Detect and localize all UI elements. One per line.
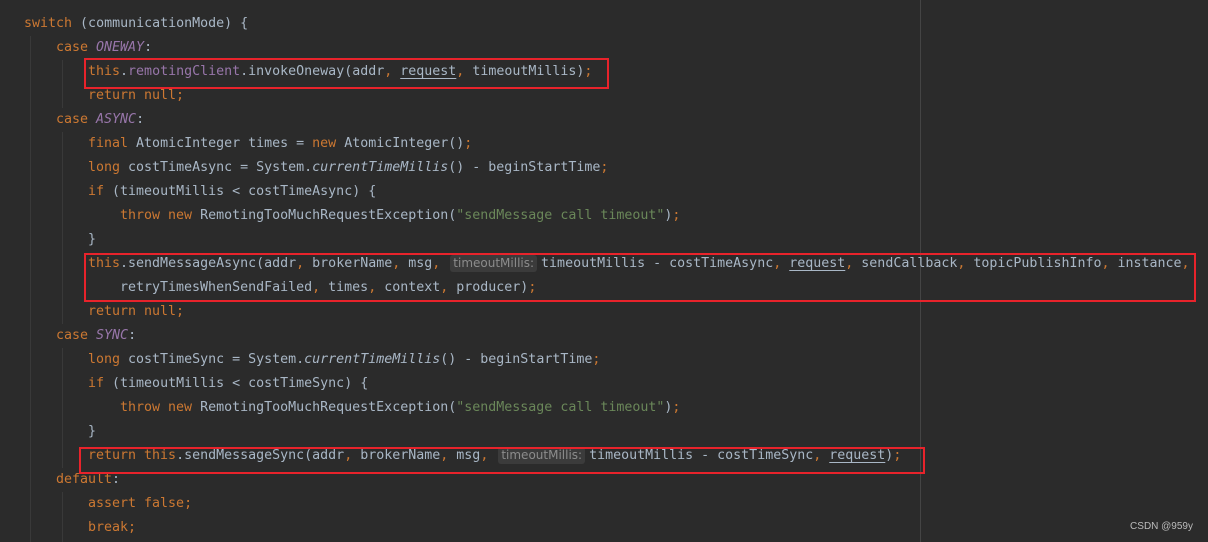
code-token: ;: [464, 136, 473, 151]
indent-guide: [30, 36, 31, 542]
code-token: AtomicInteger(): [344, 136, 465, 151]
code-token: RemotingTooMuchRequestException(: [200, 400, 457, 415]
code-token: final: [88, 136, 137, 151]
code-line[interactable]: final AtomicInteger times = new AtomicIn…: [88, 132, 472, 156]
code-token: case: [56, 112, 97, 127]
code-token: long: [88, 352, 129, 367]
code-token: ;: [592, 352, 601, 367]
code-token: (communicationMode) {: [72, 16, 249, 31]
code-token: RemotingTooMuchRequestException(: [200, 208, 457, 223]
code-line[interactable]: }: [88, 420, 96, 444]
indent-guide: [62, 60, 63, 108]
highlight-box-sync: [79, 447, 925, 474]
code-line[interactable]: break;: [88, 516, 136, 540]
code-token: default: [56, 472, 113, 487]
indent-guide: [62, 348, 63, 468]
code-token: SYNC: [96, 328, 129, 343]
code-token: throw new: [120, 208, 201, 223]
code-token: return null;: [88, 88, 185, 103]
code-token: costTimeAsync = System.: [128, 160, 313, 175]
code-line[interactable]: switch (communicationMode) {: [24, 12, 248, 36]
code-token: }: [88, 424, 97, 439]
code-token: case: [56, 328, 97, 343]
code-line[interactable]: case ASYNC:: [56, 108, 144, 132]
code-token: (timeoutMillis < costTimeAsync) {: [112, 184, 377, 199]
code-line[interactable]: assert false;: [88, 492, 192, 516]
indent-guide: [62, 132, 63, 324]
code-token: case: [56, 40, 97, 55]
code-line[interactable]: }: [88, 228, 96, 252]
code-token: switch: [24, 16, 73, 31]
watermark: CSDN @959y: [1130, 521, 1193, 532]
code-line[interactable]: long costTimeSync = System.currentTimeMi…: [88, 348, 600, 372]
code-token: long: [88, 160, 129, 175]
code-token: if: [88, 376, 113, 391]
code-token: :: [112, 472, 121, 487]
code-token: AtomicInteger times =: [136, 136, 313, 151]
indent-guide: [62, 492, 63, 542]
highlight-box-async: [84, 253, 1196, 302]
code-token: new: [312, 136, 345, 151]
code-token: if: [88, 184, 113, 199]
code-line[interactable]: case SYNC:: [56, 324, 136, 348]
code-token: (timeoutMillis < costTimeSync) {: [112, 376, 369, 391]
code-token: currentTimeMillis: [304, 352, 441, 367]
code-token: break;: [88, 520, 137, 535]
code-token: ASYNC: [96, 112, 137, 127]
code-line[interactable]: long costTimeAsync = System.currentTimeM…: [88, 156, 608, 180]
code-line[interactable]: throw new RemotingTooMuchRequestExceptio…: [120, 396, 680, 420]
code-token: return null;: [88, 304, 185, 319]
code-token: :: [128, 328, 137, 343]
code-token: ONEWAY: [96, 40, 145, 55]
code-line[interactable]: if (timeoutMillis < costTimeSync) {: [88, 372, 368, 396]
code-token: :: [144, 40, 153, 55]
code-line[interactable]: return null;: [88, 300, 184, 324]
highlight-box-oneway: [84, 58, 609, 89]
code-token: ;: [672, 400, 681, 415]
code-token: costTimeSync = System.: [128, 352, 305, 367]
code-line[interactable]: throw new RemotingTooMuchRequestExceptio…: [120, 204, 680, 228]
code-token: :: [136, 112, 145, 127]
code-line[interactable]: case ONEWAY:: [56, 36, 152, 60]
code-token: "sendMessage call timeout": [456, 208, 665, 223]
code-token: currentTimeMillis: [312, 160, 449, 175]
code-token: () - beginStartTime: [448, 160, 601, 175]
code-token: throw new: [120, 400, 201, 415]
code-line[interactable]: if (timeoutMillis < costTimeAsync) {: [88, 180, 376, 204]
code-token: assert false;: [88, 496, 193, 511]
code-editor[interactable]: switch (communicationMode) {case ONEWAY:…: [0, 0, 1208, 542]
code-token: ;: [600, 160, 609, 175]
code-token: ;: [672, 208, 681, 223]
code-token: () - beginStartTime: [440, 352, 593, 367]
code-token: "sendMessage call timeout": [456, 400, 665, 415]
code-token: }: [88, 232, 97, 247]
